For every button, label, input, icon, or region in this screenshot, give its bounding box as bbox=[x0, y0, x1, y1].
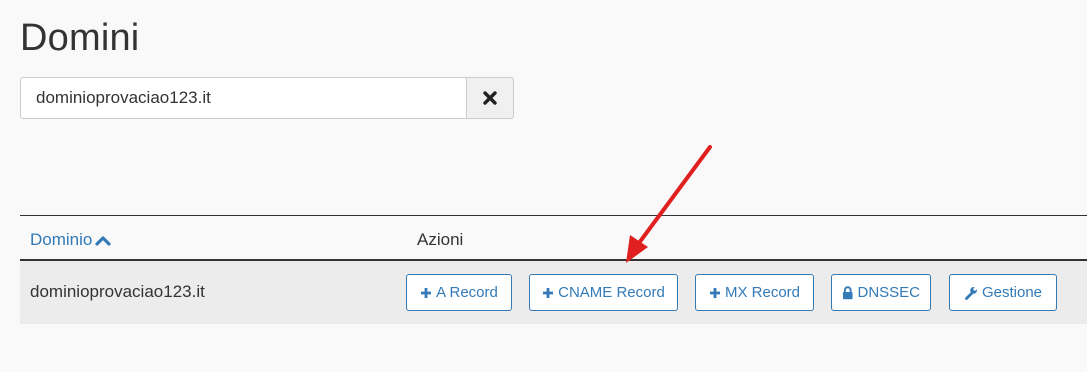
plus-icon bbox=[709, 287, 720, 298]
domain-search-input[interactable] bbox=[20, 77, 467, 119]
sort-by-domain-header[interactable]: Dominio bbox=[30, 230, 111, 250]
wrench-icon bbox=[965, 286, 977, 300]
chevron-up-icon bbox=[95, 236, 111, 246]
table-row: dominioprovaciao123.it A Record CNAME Re… bbox=[20, 261, 1087, 324]
plus-icon bbox=[421, 287, 432, 298]
domain-name-cell: dominioprovaciao123.it bbox=[30, 282, 205, 301]
red-arrow-annotation bbox=[626, 145, 712, 263]
clear-search-button[interactable] bbox=[466, 77, 514, 119]
page-title: Domini bbox=[20, 17, 140, 59]
add-cname-record-label: CNAME Record bbox=[558, 284, 665, 301]
domain-search-group bbox=[20, 77, 514, 119]
actions-column-label: Azioni bbox=[417, 230, 464, 249]
dnssec-button[interactable]: DNSSEC bbox=[831, 274, 931, 311]
plus-icon bbox=[543, 287, 554, 298]
table-header: Dominio Azioni bbox=[20, 215, 1087, 261]
add-cname-record-button[interactable]: CNAME Record bbox=[529, 274, 678, 311]
gestione-label: Gestione bbox=[981, 284, 1043, 301]
lock-icon bbox=[842, 285, 853, 299]
dnssec-label: DNSSEC bbox=[857, 284, 920, 301]
times-icon bbox=[483, 91, 497, 105]
domain-column-label: Dominio bbox=[30, 230, 93, 249]
domains-table: Dominio Azioni dominioprovaciao123.it A … bbox=[20, 215, 1087, 324]
add-a-record-label: A Record bbox=[436, 284, 498, 301]
add-mx-record-button[interactable]: MX Record bbox=[695, 274, 814, 311]
gestione-button[interactable]: Gestione bbox=[949, 274, 1057, 311]
add-mx-record-label: MX Record bbox=[724, 284, 801, 301]
add-a-record-button[interactable]: A Record bbox=[406, 274, 512, 311]
